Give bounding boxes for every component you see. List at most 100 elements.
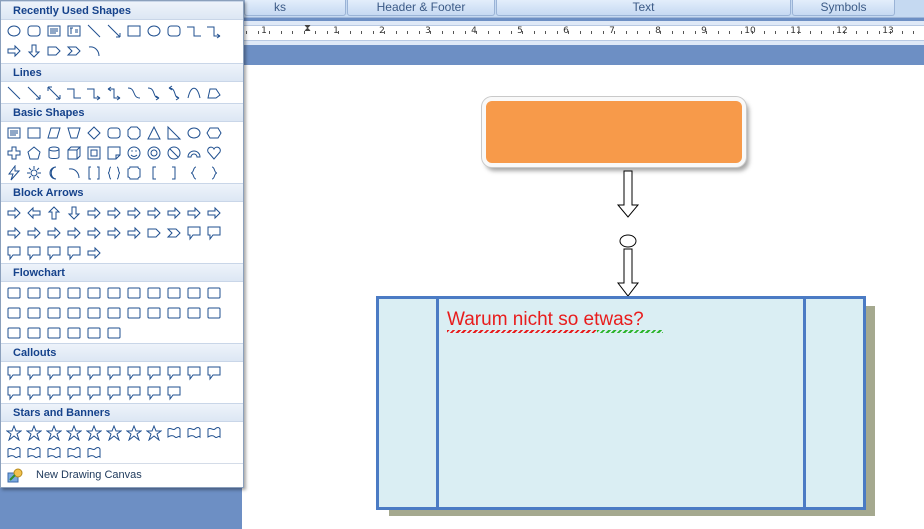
down-ribbon-icon[interactable] bbox=[184, 423, 204, 443]
oval-icon[interactable] bbox=[184, 123, 204, 143]
sequential-access-icon[interactable] bbox=[44, 323, 64, 343]
indent-marker[interactable]: ⧗ bbox=[304, 23, 311, 34]
left-right-arrow-callout-icon[interactable] bbox=[44, 243, 64, 263]
cube-icon[interactable] bbox=[64, 143, 84, 163]
stored-data-icon[interactable] bbox=[4, 323, 24, 343]
circular-arrow-icon[interactable] bbox=[84, 243, 104, 263]
display-icon[interactable] bbox=[104, 323, 124, 343]
extract-icon[interactable] bbox=[184, 303, 204, 323]
lightning-icon[interactable] bbox=[4, 163, 24, 183]
line-icon[interactable] bbox=[4, 83, 24, 103]
octagon-icon[interactable] bbox=[124, 123, 144, 143]
punched-tape-icon[interactable] bbox=[84, 303, 104, 323]
direct-access-icon[interactable] bbox=[84, 323, 104, 343]
delay-icon[interactable] bbox=[24, 323, 44, 343]
elbow-arrow-icon[interactable] bbox=[204, 21, 224, 41]
manual-input-icon[interactable] bbox=[204, 283, 224, 303]
up-down-arrow-icon[interactable] bbox=[104, 203, 124, 223]
oval-icon[interactable] bbox=[144, 21, 164, 41]
explosion-1-icon[interactable] bbox=[4, 423, 24, 443]
rounded-rectangle-icon[interactable] bbox=[164, 21, 184, 41]
cloud-callout-icon[interactable] bbox=[64, 363, 84, 383]
elbow-arrow-icon[interactable] bbox=[84, 83, 104, 103]
oval-icon[interactable] bbox=[4, 21, 24, 41]
8-point-star-icon[interactable] bbox=[84, 423, 104, 443]
donut-icon[interactable] bbox=[144, 143, 164, 163]
notched-right-arrow-icon[interactable] bbox=[124, 223, 144, 243]
curved-down-arrow-icon[interactable] bbox=[84, 223, 104, 243]
line-callout-accent-border-4-icon[interactable] bbox=[164, 383, 184, 403]
rectangle-icon[interactable] bbox=[24, 123, 44, 143]
manual-operation-icon[interactable] bbox=[4, 303, 24, 323]
text-box-icon[interactable] bbox=[4, 123, 24, 143]
decision-icon[interactable] bbox=[44, 283, 64, 303]
horizontal-ruler[interactable]: ⧗ 1 1 2 3 4 5 6 7 8 9 10 11 12 13 bbox=[242, 21, 924, 45]
line-callout-accent-3-icon[interactable] bbox=[204, 363, 224, 383]
curved-double-arrow-icon[interactable] bbox=[164, 83, 184, 103]
off-page-connector-icon[interactable] bbox=[44, 303, 64, 323]
rectangular-callout-icon[interactable] bbox=[4, 363, 24, 383]
line-callout-border-1-icon[interactable] bbox=[24, 383, 44, 403]
trapezoid-icon[interactable] bbox=[64, 123, 84, 143]
rectangle-icon[interactable] bbox=[124, 21, 144, 41]
heart-icon[interactable] bbox=[204, 143, 224, 163]
line-callout-border-3-icon[interactable] bbox=[64, 383, 84, 403]
line-icon[interactable] bbox=[84, 21, 104, 41]
vertical-scroll-icon[interactable] bbox=[24, 443, 44, 463]
left-right-arrow-icon[interactable] bbox=[84, 203, 104, 223]
left-arrow-icon[interactable] bbox=[24, 203, 44, 223]
5-point-star-icon[interactable] bbox=[64, 423, 84, 443]
bevel-icon[interactable] bbox=[84, 143, 104, 163]
data-icon[interactable] bbox=[64, 283, 84, 303]
double-arrow-line-icon[interactable] bbox=[44, 83, 64, 103]
alternate-process-icon[interactable] bbox=[24, 283, 44, 303]
sort-icon[interactable] bbox=[164, 303, 184, 323]
or-icon[interactable] bbox=[124, 303, 144, 323]
right-bracket-icon[interactable] bbox=[164, 163, 184, 183]
line-callout-accent-4-icon[interactable] bbox=[4, 383, 24, 403]
hexagon-icon[interactable] bbox=[204, 123, 224, 143]
multidocument-icon[interactable] bbox=[144, 283, 164, 303]
left-brace-icon[interactable] bbox=[184, 163, 204, 183]
brace-pair-icon[interactable] bbox=[104, 163, 124, 183]
chevron-icon[interactable] bbox=[64, 41, 84, 61]
ribbon-group-text[interactable]: Text bbox=[496, 0, 791, 16]
oval-callout-icon[interactable] bbox=[44, 363, 64, 383]
24-point-star-icon[interactable] bbox=[124, 423, 144, 443]
moon-icon[interactable] bbox=[44, 163, 64, 183]
elbow-double-arrow-icon[interactable] bbox=[104, 83, 124, 103]
chevron-icon[interactable] bbox=[164, 223, 184, 243]
parallelogram-icon[interactable] bbox=[44, 123, 64, 143]
line-callout-1-icon[interactable] bbox=[84, 363, 104, 383]
no-symbol-icon[interactable] bbox=[164, 143, 184, 163]
line-callout-accent-border-2-icon[interactable] bbox=[124, 383, 144, 403]
line-callout-border-2-icon[interactable] bbox=[44, 383, 64, 403]
predefined-process-icon[interactable] bbox=[84, 283, 104, 303]
curved-arrow-icon[interactable] bbox=[144, 83, 164, 103]
curved-down-ribbon-icon[interactable] bbox=[4, 443, 24, 463]
line-callout-4-icon[interactable] bbox=[144, 363, 164, 383]
up-ribbon-icon[interactable] bbox=[164, 423, 184, 443]
explosion-2-icon[interactable] bbox=[24, 423, 44, 443]
curved-up-ribbon-icon[interactable] bbox=[204, 423, 224, 443]
pentagon-arrow-icon[interactable] bbox=[44, 41, 64, 61]
card-icon[interactable] bbox=[64, 303, 84, 323]
down-arrow-callout-icon[interactable] bbox=[24, 243, 44, 263]
wave-icon[interactable] bbox=[64, 443, 84, 463]
curved-left-arrow-icon[interactable] bbox=[44, 223, 64, 243]
connector-icon[interactable] bbox=[24, 303, 44, 323]
terminator-icon[interactable] bbox=[164, 283, 184, 303]
preparation-icon[interactable] bbox=[184, 283, 204, 303]
text-box-icon[interactable] bbox=[44, 21, 64, 41]
up-arrow-callout-icon[interactable] bbox=[4, 243, 24, 263]
right-triangle-icon[interactable] bbox=[164, 123, 184, 143]
document-icon[interactable] bbox=[124, 283, 144, 303]
right-arrow-icon[interactable] bbox=[4, 41, 24, 61]
rounded-rectangle-icon[interactable] bbox=[24, 21, 44, 41]
bracket-pair-icon[interactable] bbox=[84, 163, 104, 183]
can-icon[interactable] bbox=[44, 143, 64, 163]
line-callout-accent-2-icon[interactable] bbox=[184, 363, 204, 383]
merge-icon[interactable] bbox=[204, 303, 224, 323]
line-callout-border-4-icon[interactable] bbox=[84, 383, 104, 403]
line-callout-accent-border-1-icon[interactable] bbox=[104, 383, 124, 403]
